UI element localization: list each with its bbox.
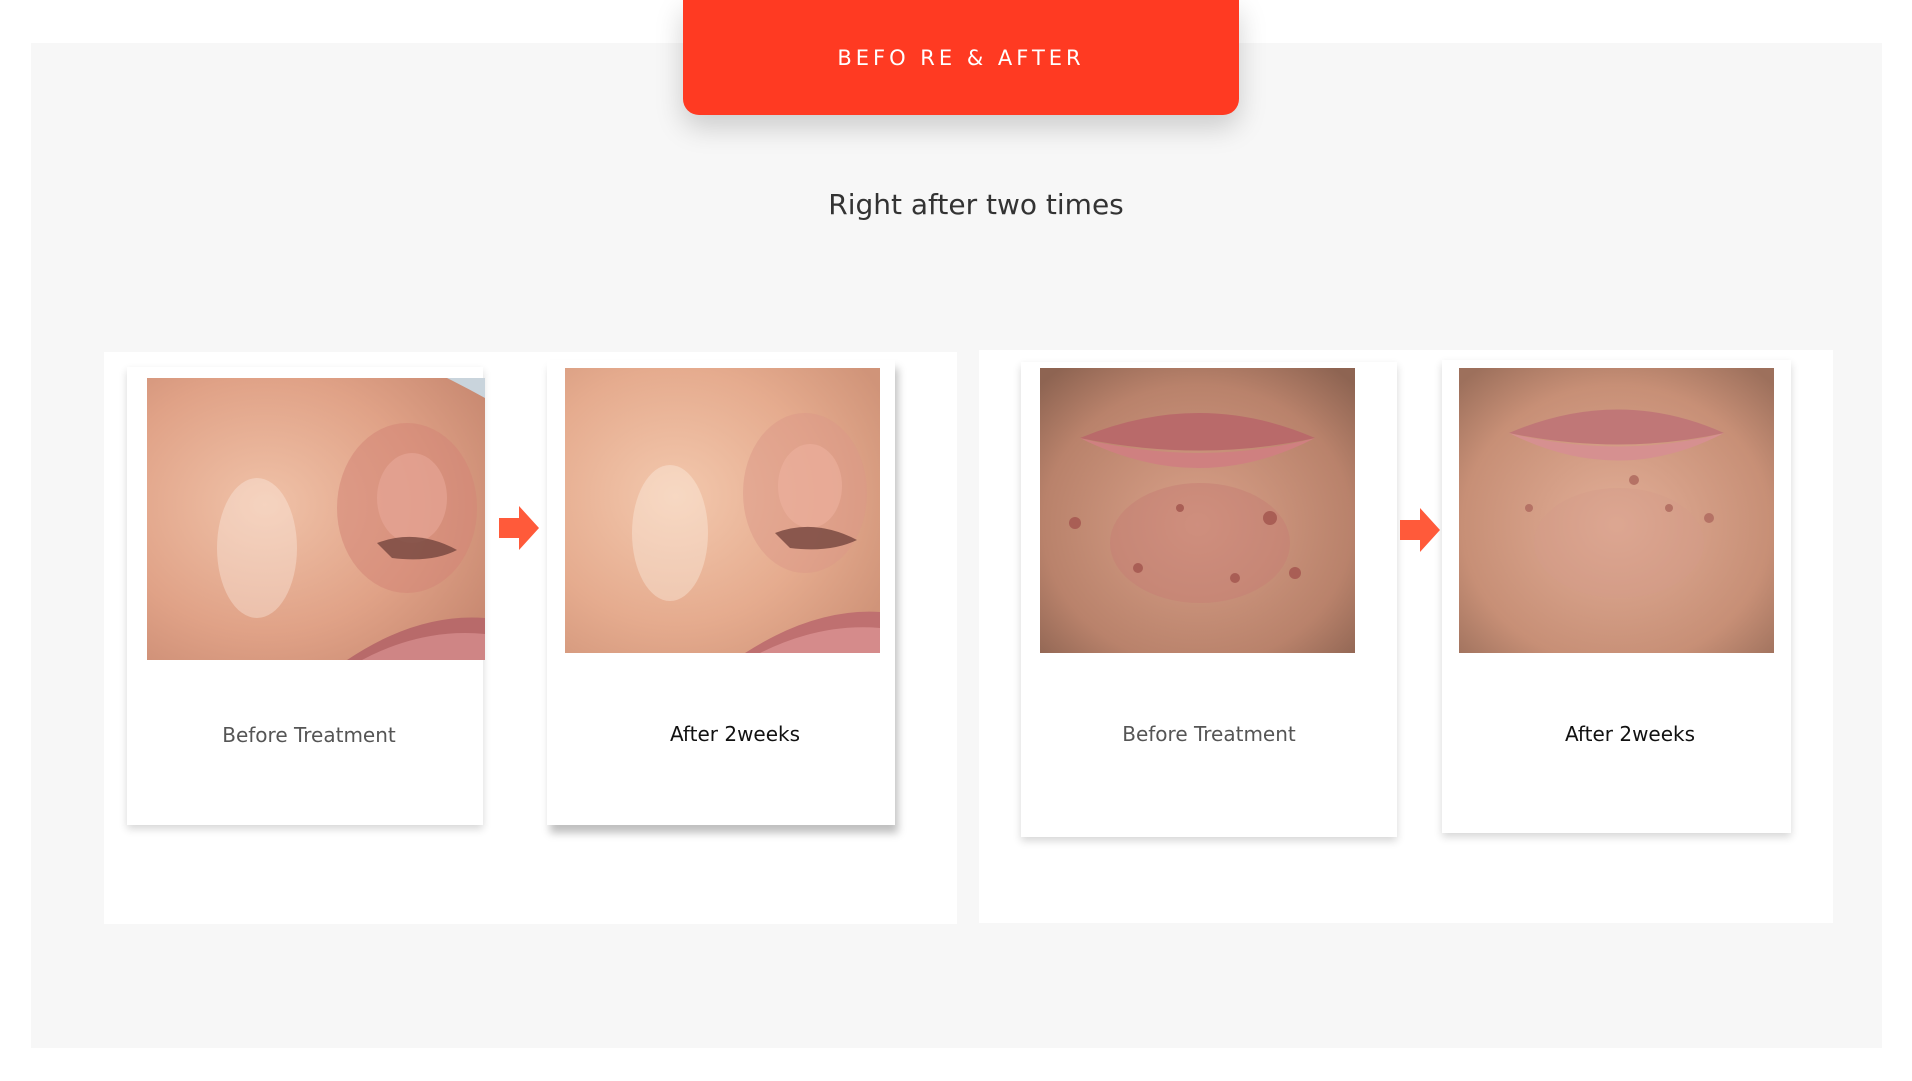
before-photo-chin [1040,368,1355,653]
before-label-chin: Before Treatment [1122,722,1296,746]
arrow-right-icon [497,503,541,553]
arrow-right-icon [1398,505,1442,555]
section-banner: BEFO RE & AFTER [683,0,1239,115]
banner-title: BEFO RE & AFTER [837,45,1085,70]
after-label-chin: After 2weeks [1564,722,1696,746]
after-photo-nose [565,368,880,653]
before-photo-nose [147,378,485,660]
after-label-nose: After 2weeks [669,722,801,746]
before-label-nose: Before Treatment [222,723,396,747]
section-subtitle: Right after two times [828,188,1124,221]
after-photo-chin [1459,368,1774,653]
